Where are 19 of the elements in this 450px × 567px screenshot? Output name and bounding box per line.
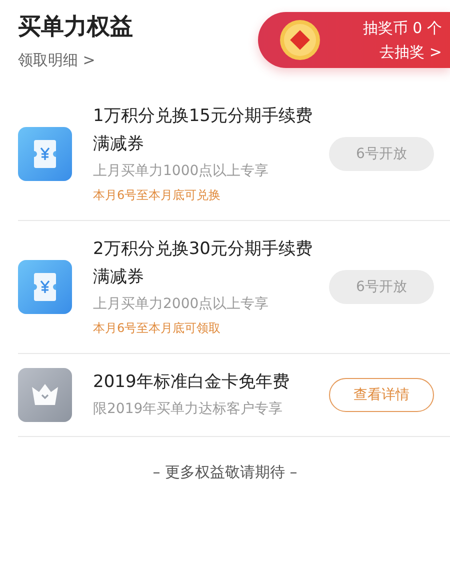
coupon-icon [18,260,72,314]
benefit-condition: 上月买单力1000点以上专享 [93,162,270,181]
benefit-title: 1万积分兑换15元分期手续费满减券 [93,105,314,156]
benefit-condition: 限2019年买单力达标客户专享 [93,400,284,419]
coin-icon [280,20,320,60]
draw-link[interactable]: 去抽奖 > [380,43,442,61]
details-link[interactable]: 领取明细 > [18,50,133,70]
page-title: 买单力权益 [18,13,133,42]
benefit-period: 本月6号至本月底可兑换 [93,187,222,204]
lottery-button[interactable]: 抽奖币 0 个 去抽奖 > [258,12,450,68]
details-button[interactable]: 查看详情 [329,378,434,412]
benefit-period: 本月6号至本月底可领取 [93,320,222,337]
coin-count: 抽奖币 0 个 [362,19,442,37]
crown-icon [18,368,72,422]
benefit-title: 2019年标准白金卡免年费 [93,371,290,394]
benefit-condition: 上月买单力2000点以上专享 [93,295,270,314]
coupon-icon [18,127,72,181]
more-benefits-note: – 更多权益敬请期待 – [152,463,298,482]
benefit-title: 2万积分兑换30元分期手续费满减券 [93,238,314,289]
